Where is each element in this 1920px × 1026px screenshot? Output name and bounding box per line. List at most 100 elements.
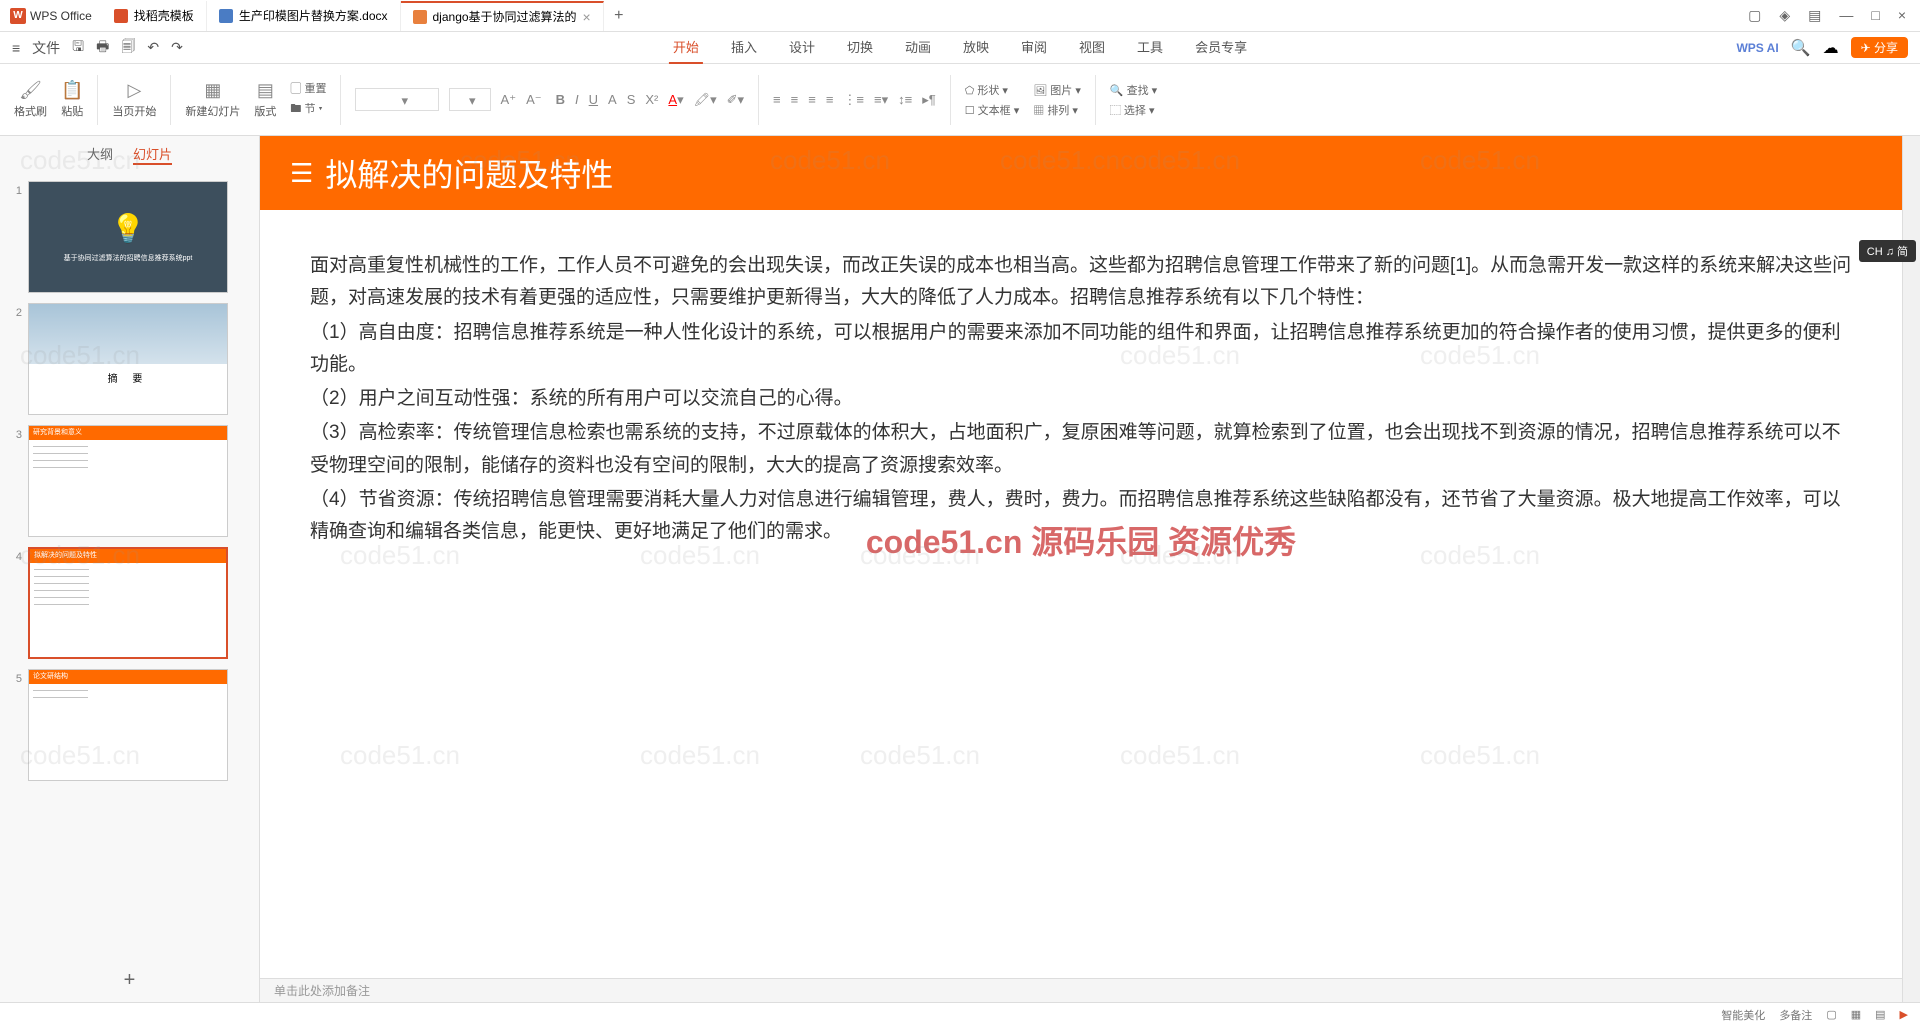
app-logo: W WPS Office <box>0 8 102 24</box>
paste-button[interactable]: 📋粘贴 <box>61 80 83 119</box>
justify-icon[interactable]: ≡ <box>826 92 834 107</box>
italic-icon[interactable]: I <box>575 92 579 107</box>
window-icon[interactable]: ▢ <box>1748 7 1761 24</box>
menu-insert[interactable]: 插入 <box>727 31 761 64</box>
strikethrough-icon[interactable]: S <box>627 92 636 107</box>
close-window-icon[interactable]: × <box>1898 7 1906 24</box>
menu-review[interactable]: 审阅 <box>1017 31 1051 64</box>
menu-design[interactable]: 设计 <box>785 31 819 64</box>
tab-slides[interactable]: 幻灯片 <box>133 144 172 165</box>
text-format-group: B I U A S X² A▾ 🖍▾ ✐▾ <box>556 92 744 108</box>
add-tab-button[interactable]: + <box>604 7 634 25</box>
sidebar: 大纲 幻灯片 1 💡基于协同过滤算法的招聘信息推荐系统ppt 2 摘 要 3 研… <box>0 136 260 1002</box>
view-slideshow-icon[interactable]: ▶ <box>1900 1008 1908 1021</box>
arrange-button[interactable]: ▦ 排列 ▾ <box>1033 102 1081 118</box>
undo-icon[interactable]: ↶ <box>147 39 159 56</box>
superscript-icon[interactable]: X² <box>645 92 658 107</box>
ime-badge[interactable]: CH ♫ 简 <box>1859 240 1916 262</box>
menu-tools[interactable]: 工具 <box>1133 31 1167 64</box>
menu-slideshow[interactable]: 放映 <box>959 31 993 64</box>
slide-canvas[interactable]: ☰ 拟解决的问题及特性 面对高重复性机械性的工作，工作人员不可避免的会出现失误，… <box>260 136 1902 978</box>
align-center-icon[interactable]: ≡ <box>791 92 799 107</box>
word-icon <box>219 9 233 23</box>
textbox-button[interactable]: ☐ 文本框 ▾ <box>965 102 1020 118</box>
maximize-icon[interactable]: □ <box>1871 7 1879 24</box>
menu-member[interactable]: 会员专享 <box>1191 31 1251 64</box>
section-button[interactable]: 🖿 节 ▾ <box>290 100 326 119</box>
menu-start[interactable]: 开始 <box>669 31 703 64</box>
sidebar-tabs: 大纲 幻灯片 <box>0 136 259 173</box>
menu-transition[interactable]: 切换 <box>843 31 877 64</box>
underline-icon[interactable]: U <box>589 92 598 107</box>
wps-logo-icon: W <box>10 8 26 24</box>
thumb-number: 3 <box>6 425 22 441</box>
align-left-icon[interactable]: ≡ <box>773 92 781 107</box>
line-spacing-icon[interactable]: ↕≡ <box>898 92 912 107</box>
indent-icon[interactable]: ▸¶ <box>922 92 936 108</box>
bullets-icon[interactable]: ⋮≡ <box>843 92 864 108</box>
smart-beautify[interactable]: 智能美化 <box>1721 1007 1765 1023</box>
tab-outline[interactable]: 大纲 <box>87 144 113 165</box>
tab-ppt[interactable]: django基于协同过滤算法的× <box>401 1 604 31</box>
slide-thumb-5[interactable]: 论文研结构—————————————————————— <box>28 669 228 781</box>
numbering-icon[interactable]: ≡▾ <box>874 92 888 108</box>
window-controls: ▢ ◈ ▤ — □ × <box>1734 7 1920 24</box>
slide-thumb-1[interactable]: 💡基于协同过滤算法的招聘信息推荐系统ppt <box>28 181 228 293</box>
menu-animation[interactable]: 动画 <box>901 31 935 64</box>
font-group: ▾ ▾ A⁺ A⁻ <box>355 88 541 111</box>
preview-icon[interactable]: 🗐 <box>121 36 135 60</box>
notes-placeholder[interactable]: 单击此处添加备注 <box>260 978 1902 1002</box>
ribbon: 🖌格式刷 📋粘贴 ▷当页开始 ▦新建幻灯片 ▤版式 ▢ 重置 🖿 节 ▾ ▾ ▾… <box>0 64 1920 136</box>
start-current-button[interactable]: ▷当页开始 <box>112 80 156 119</box>
view-reading-icon[interactable]: ▤ <box>1875 1008 1885 1021</box>
notes-toggle[interactable]: 多备注 <box>1779 1007 1812 1023</box>
increase-font-icon[interactable]: A⁺ <box>501 92 517 108</box>
bold-icon[interactable]: B <box>556 92 565 107</box>
slide-thumb-2[interactable]: 摘 要 <box>28 303 228 415</box>
decrease-font-icon[interactable]: A⁻ <box>526 92 542 108</box>
workspace: 大纲 幻灯片 1 💡基于协同过滤算法的招聘信息推荐系统ppt 2 摘 要 3 研… <box>0 136 1920 1002</box>
redo-icon[interactable]: ↷ <box>171 39 183 56</box>
find-button[interactable]: 🔍 查找 ▾ <box>1110 82 1157 98</box>
file-menu[interactable]: 文件 <box>32 38 60 58</box>
view-sorter-icon[interactable]: ▦ <box>1851 1008 1861 1021</box>
close-icon[interactable]: × <box>583 9 591 25</box>
thumbnails-panel[interactable]: 1 💡基于协同过滤算法的招聘信息推荐系统ppt 2 摘 要 3 研究背景和意义—… <box>0 173 259 959</box>
wps-ai-button[interactable]: WPS AI <box>1736 41 1778 55</box>
menu-view[interactable]: 视图 <box>1075 31 1109 64</box>
cube-icon[interactable]: ◈ <box>1779 7 1790 24</box>
tab-docx[interactable]: 生产印模图片替换方案.docx <box>207 1 401 31</box>
align-right-icon[interactable]: ≡ <box>808 92 816 107</box>
hamburger-icon[interactable]: ≡ <box>12 40 20 56</box>
font-color-icon[interactable]: A▾ <box>668 92 683 108</box>
menubar: ≡ 文件 🖫 🖶 🗐 ↶ ↷ 开始 插入 设计 切换 动画 放映 审阅 视图 工… <box>0 32 1920 64</box>
layout-button[interactable]: ▤版式 <box>254 80 276 119</box>
search-icon[interactable]: 🔍 <box>1791 38 1811 58</box>
canvas-area: ☰ 拟解决的问题及特性 面对高重复性机械性的工作，工作人员不可避免的会出现失误，… <box>260 136 1902 1002</box>
add-slide-button[interactable]: + <box>0 959 259 1002</box>
cloud-icon[interactable]: ☁ <box>1823 38 1839 58</box>
font-select[interactable]: ▾ <box>355 88 439 111</box>
shape-button[interactable]: ⬠ 形状 ▾ <box>965 82 1020 98</box>
slide-thumb-4[interactable]: 拟解决的问题及特性———————————————————————————————… <box>28 547 228 659</box>
thumb-image <box>29 304 227 364</box>
reset-button[interactable]: ▢ 重置 <box>290 80 326 96</box>
view-normal-icon[interactable]: ▢ <box>1826 1008 1836 1021</box>
save-icon[interactable]: 🖫 <box>72 36 84 60</box>
font-size[interactable]: ▾ <box>449 88 491 111</box>
select-button[interactable]: ⬚ 选择 ▾ <box>1110 102 1157 118</box>
strike-icon[interactable]: A <box>608 92 617 107</box>
minimize-icon[interactable]: — <box>1839 7 1853 24</box>
format-painter-button[interactable]: 🖌格式刷 <box>14 80 47 119</box>
new-slide-button[interactable]: ▦新建幻灯片 <box>185 80 240 119</box>
share-button[interactable]: ✈ 分享 <box>1851 37 1908 58</box>
tab-templates[interactable]: 找稻壳模板 <box>102 1 207 31</box>
picture-button[interactable]: 🖼 图片 ▾ <box>1033 82 1081 98</box>
highlight-icon[interactable]: 🖍▾ <box>694 92 717 108</box>
menu-left: ≡ 文件 🖫 🖶 🗐 ↶ ↷ <box>12 36 183 60</box>
print-icon[interactable]: 🖶 <box>96 36 109 60</box>
slide-thumb-3[interactable]: 研究背景和意义—————————————————————————————————… <box>28 425 228 537</box>
menu-icon[interactable]: ▤ <box>1808 7 1821 24</box>
scrollbar[interactable] <box>1902 136 1920 1002</box>
clear-format-icon[interactable]: ✐▾ <box>727 92 744 108</box>
